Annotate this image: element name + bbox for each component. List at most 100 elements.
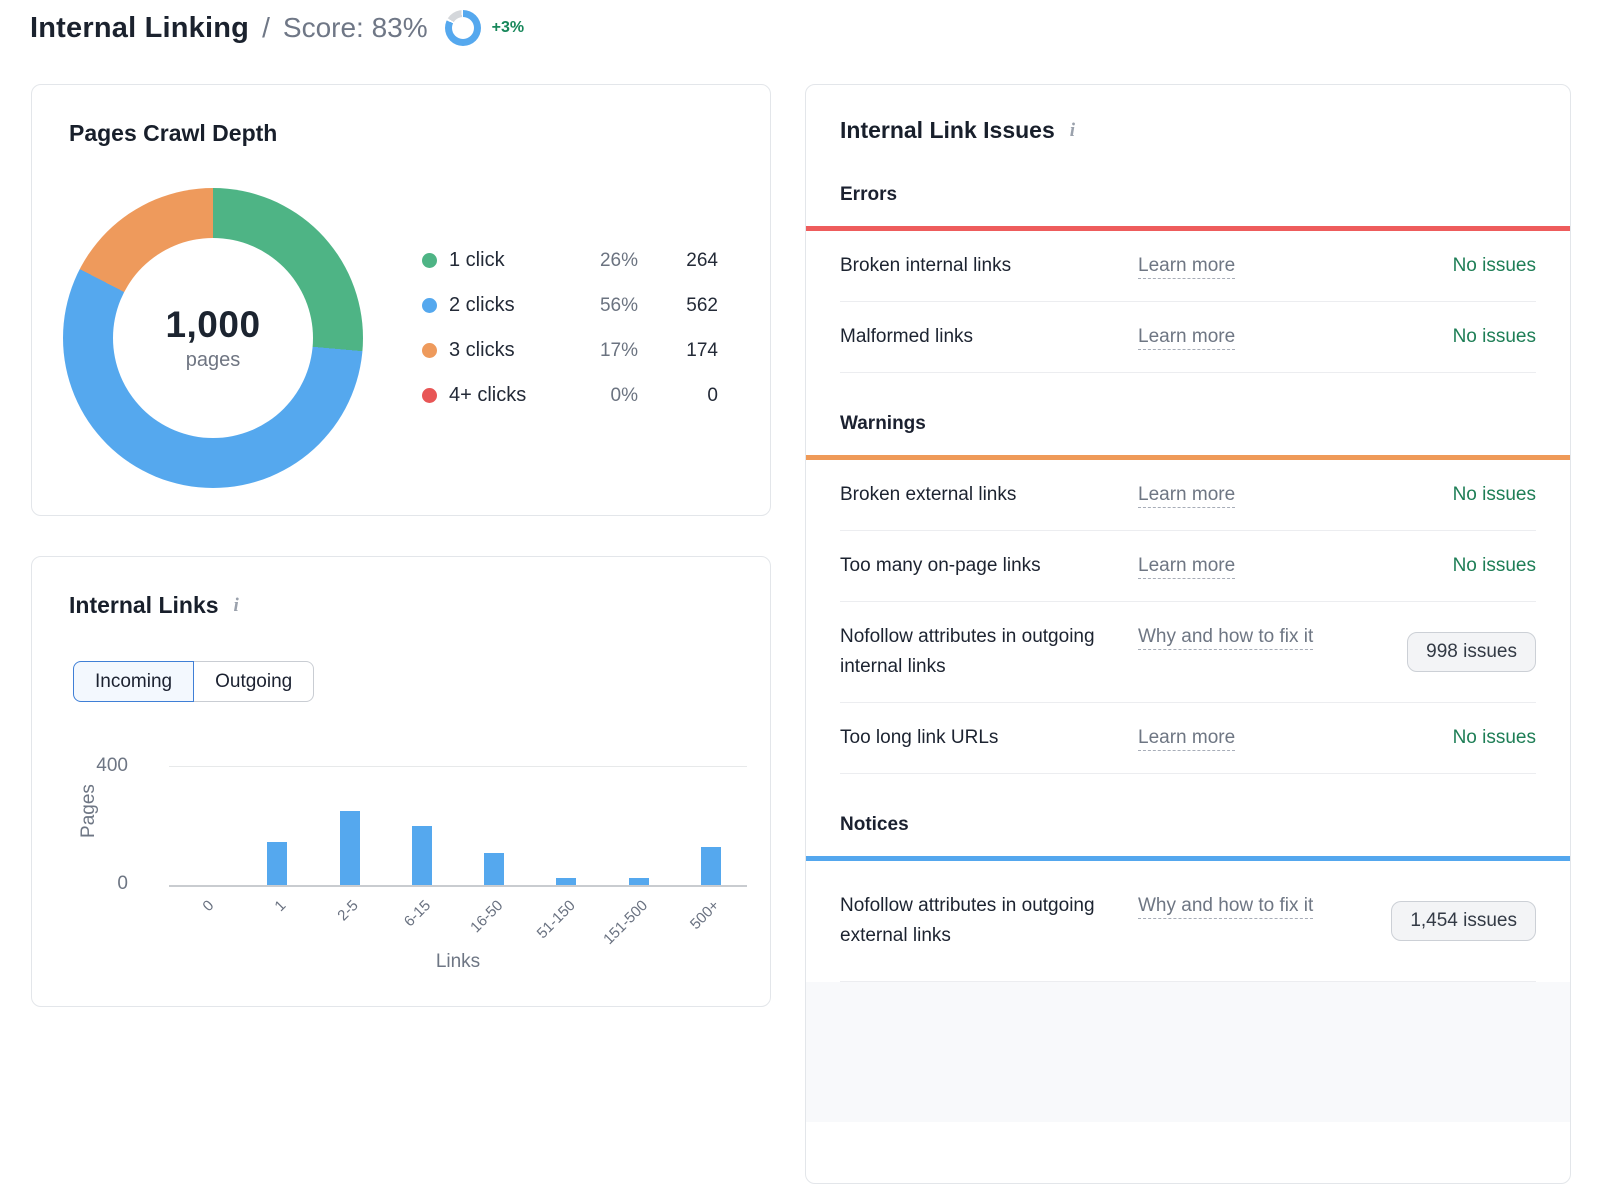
donut-total-label: pages [186, 349, 241, 372]
donut-total-pages: 1,000 [165, 304, 260, 346]
score-label: Score: 83% [283, 12, 428, 44]
issue-row-too-long-link-urls: Too long link URLs Learn more No issues [840, 703, 1536, 774]
bar[interactable] [412, 826, 432, 885]
issue-status-no-issues: No issues [1356, 727, 1536, 749]
bar[interactable] [267, 842, 287, 885]
why-and-how-to-fix-link[interactable]: Why and how to fix it [1138, 622, 1356, 652]
issue-label: Malformed links [840, 322, 1138, 352]
issues-count-badge[interactable]: 998 issues [1407, 632, 1536, 672]
bar[interactable] [629, 878, 649, 885]
learn-more-link[interactable]: Learn more [1138, 322, 1356, 352]
legend-row-2-clicks[interactable]: 2 clicks 56% 562 [422, 283, 718, 328]
next-row-partial [806, 982, 1570, 1122]
bar-slot-500+[interactable]: 500+ [675, 767, 747, 885]
issue-row-too-many-on-page-links: Too many on-page links Learn more No iss… [840, 531, 1536, 602]
score-progress-ring-icon [445, 10, 481, 46]
title-divider: / [262, 12, 270, 44]
bar-slot-6-15[interactable]: 6-15 [386, 767, 458, 885]
tab-outgoing[interactable]: Outgoing [194, 661, 314, 702]
incoming-links-bar-chart[interactable]: 012-56-1516-5051-150151-500500+ [169, 766, 747, 887]
internal-links-title: Internal Links [69, 592, 219, 619]
section-heading-warnings: Warnings [840, 413, 1536, 435]
bar-slot-0[interactable]: 0 [169, 767, 241, 885]
issue-row-malformed-links: Malformed links Learn more No issues [840, 302, 1536, 373]
x-axis-tick-label: 151-500 [600, 897, 651, 948]
issue-row-nofollow-outgoing-internal: Nofollow attributes in outgoing internal… [840, 602, 1536, 703]
legend-row-3-clicks[interactable]: 3 clicks 17% 174 [422, 328, 718, 373]
learn-more-link[interactable]: Learn more [1138, 723, 1356, 753]
issue-label: Too long link URLs [840, 723, 1138, 753]
bar-slot-1[interactable]: 1 [241, 767, 313, 885]
legend-count: 0 [638, 385, 718, 407]
y-axis-tick-0: 0 [83, 871, 128, 897]
issue-label: Broken internal links [840, 251, 1138, 281]
legend-row-1-click[interactable]: 1 click 26% 264 [422, 238, 718, 283]
x-axis-tick-label: 0 [199, 897, 217, 915]
score-delta-badge: +3% [492, 19, 524, 37]
issue-row-broken-internal-links: Broken internal links Learn more No issu… [840, 231, 1536, 302]
bar[interactable] [340, 811, 360, 885]
donut-center: 1,000 pages [113, 238, 313, 438]
issue-status-no-issues: No issues [1356, 255, 1536, 277]
legend-count: 264 [638, 250, 718, 272]
issues-card-title: Internal Link Issues [840, 117, 1055, 144]
legend-dot-blue-icon [422, 298, 437, 313]
info-icon[interactable]: i [1067, 120, 1078, 142]
tab-incoming[interactable]: Incoming [73, 661, 194, 702]
x-axis-tick-label: 500+ [687, 897, 723, 933]
pages-crawl-depth-card: Pages Crawl Depth 1,000 pages 1 click 26… [31, 84, 771, 516]
bar[interactable] [484, 853, 504, 885]
issues-count-badge[interactable]: 1,454 issues [1391, 901, 1536, 941]
issue-status-no-issues: No issues [1356, 326, 1536, 348]
section-heading-errors: Errors [840, 184, 1536, 206]
issue-status-no-issues: No issues [1356, 555, 1536, 577]
legend-percent: 0% [574, 385, 638, 407]
legend-label: 1 click [449, 249, 574, 272]
issue-label: Broken external links [840, 480, 1138, 510]
internal-links-card: Internal Links i Incoming Outgoing 400 0… [31, 556, 771, 1007]
info-icon[interactable]: i [231, 595, 242, 617]
report-header: Internal Linking / Score: 83% +3% [30, 10, 524, 46]
issue-label: Nofollow attributes in outgoing external… [840, 891, 1138, 951]
x-axis-tick-label: 1 [271, 897, 289, 915]
bar-slot-16-50[interactable]: 16-50 [458, 767, 530, 885]
links-direction-tabs: Incoming Outgoing [73, 661, 314, 702]
x-axis-tick-label: 2-5 [334, 897, 361, 924]
issue-status-no-issues: No issues [1356, 484, 1536, 506]
why-and-how-to-fix-link[interactable]: Why and how to fix it [1138, 891, 1356, 921]
issue-status-badge-wrap: 998 issues [1356, 632, 1536, 672]
legend-label: 4+ clicks [449, 384, 574, 407]
legend-dot-green-icon [422, 253, 437, 268]
learn-more-link[interactable]: Learn more [1138, 551, 1356, 581]
issue-row-broken-external-links: Broken external links Learn more No issu… [840, 460, 1536, 531]
legend-count: 562 [638, 295, 718, 317]
legend-percent: 26% [574, 250, 638, 272]
internal-link-issues-card: Internal Link Issues i Errors Broken int… [805, 84, 1571, 1184]
x-axis-title: Links [169, 951, 747, 973]
x-axis-tick-label: 6-15 [401, 897, 434, 930]
bar[interactable] [701, 847, 721, 885]
issue-row-nofollow-outgoing-external: Nofollow attributes in outgoing external… [840, 861, 1536, 982]
x-axis-tick-label: 51-150 [533, 897, 578, 942]
section-heading-notices: Notices [840, 814, 1536, 836]
legend-label: 3 clicks [449, 339, 574, 362]
legend-percent: 56% [574, 295, 638, 317]
y-axis-title: Pages [78, 784, 100, 838]
page-title: Internal Linking [30, 12, 249, 45]
bar-slot-51-150[interactable]: 51-150 [530, 767, 602, 885]
learn-more-link[interactable]: Learn more [1138, 480, 1356, 510]
legend-count: 174 [638, 340, 718, 362]
issue-status-badge-wrap: 1,454 issues [1356, 901, 1536, 941]
legend-dot-red-icon [422, 388, 437, 403]
bar-slot-2-5[interactable]: 2-5 [314, 767, 386, 885]
crawl-depth-title: Pages Crawl Depth [69, 120, 277, 147]
legend-row-4plus-clicks[interactable]: 4+ clicks 0% 0 [422, 373, 718, 418]
legend-dot-orange-icon [422, 343, 437, 358]
issue-label: Too many on-page links [840, 551, 1138, 581]
learn-more-link[interactable]: Learn more [1138, 251, 1356, 281]
y-axis-tick-400: 400 [83, 753, 128, 779]
bar[interactable] [556, 878, 576, 885]
bar-slot-151-500[interactable]: 151-500 [603, 767, 675, 885]
crawl-depth-legend: 1 click 26% 264 2 clicks 56% 562 3 click… [422, 238, 718, 418]
legend-percent: 17% [574, 340, 638, 362]
